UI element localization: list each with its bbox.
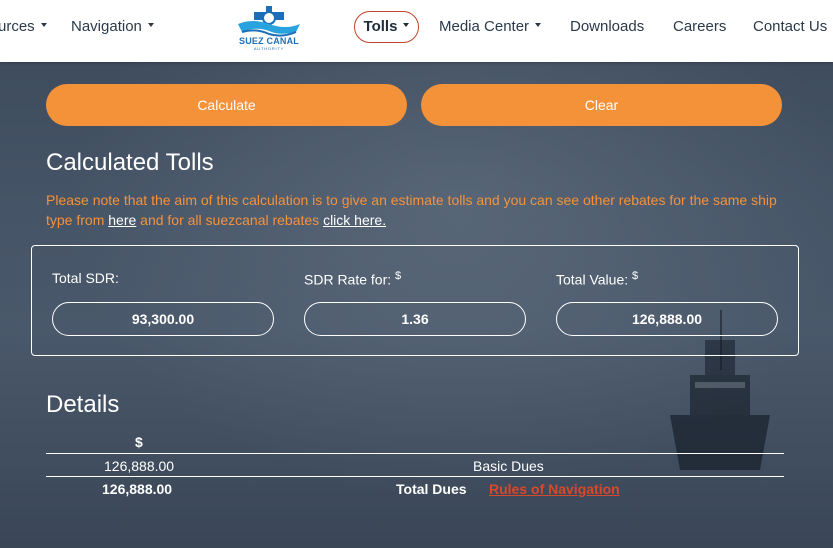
sdr-rate-label: SDR Rate for: $ <box>304 270 401 288</box>
nav-navigation-label: Navigation <box>71 18 142 35</box>
nav-downloads[interactable]: Downloads <box>570 17 644 37</box>
total-value-currency: $ <box>632 270 639 282</box>
table-divider <box>46 476 784 477</box>
basic-dues-label: Basic Dues <box>473 458 544 474</box>
nav-tolls[interactable]: Tolls <box>354 11 419 43</box>
total-value-label-text: Total Value: <box>556 271 633 288</box>
logo-name: SUEZ CANAL <box>239 36 299 46</box>
logo-subtitle: AUTHORITY <box>253 46 285 51</box>
chevron-down-icon <box>147 23 154 28</box>
sdr-rate-label-text: SDR Rate for: <box>304 271 396 288</box>
calculated-tolls-heading: Calculated Tolls <box>46 149 214 176</box>
sdr-rate-currency: $ <box>395 270 402 282</box>
total-dues-label: Total Dues <box>396 481 467 497</box>
total-value-label: Total Value: $ <box>556 270 638 288</box>
rebates-here-link[interactable]: here <box>108 212 136 228</box>
sdr-rate-field[interactable]: 1.36 <box>304 302 526 336</box>
nav-resources-label: urces <box>0 18 35 35</box>
chevron-down-icon <box>40 23 47 28</box>
site-header: urces Navigation SUEZ CANAL AUTHORITY To… <box>0 0 833 62</box>
nav-careers[interactable]: Careers <box>673 17 726 37</box>
basic-dues-amount: 126,888.00 <box>104 458 175 474</box>
clear-button[interactable]: Clear <box>421 84 782 126</box>
chevron-down-icon <box>535 23 542 28</box>
results-panel: Total SDR: 93,300.00 SDR Rate for: $ 1.3… <box>31 245 799 356</box>
nav-media-center[interactable]: Media Center <box>439 17 542 37</box>
all-rebates-link[interactable]: click here. <box>323 212 386 228</box>
suez-canal-logo[interactable]: SUEZ CANAL AUTHORITY <box>232 4 306 56</box>
nav-media-center-label: Media Center <box>439 18 530 35</box>
note-text-2: and for all suezcanal rebates <box>136 212 324 228</box>
rebates-note: Please note that the aim of this calcula… <box>46 190 796 230</box>
logo-emblem-icon <box>238 6 300 37</box>
details-heading: Details <box>46 391 120 418</box>
total-sdr-field[interactable]: 93,300.00 <box>52 302 274 336</box>
total-dues-amount: 126,888.00 <box>102 481 173 497</box>
total-sdr-label: Total SDR: <box>52 270 119 286</box>
chevron-down-icon <box>403 23 410 28</box>
nav-contact-us[interactable]: Contact Us <box>753 17 827 37</box>
nav-tolls-label: Tolls <box>363 18 398 35</box>
calculate-button[interactable]: Calculate <box>46 84 407 126</box>
rules-of-navigation-link[interactable]: Rules of Navigation <box>489 481 620 497</box>
nav-resources[interactable]: urces <box>0 17 47 37</box>
nav-navigation[interactable]: Navigation <box>71 17 154 37</box>
details-currency-header: $ <box>135 434 143 450</box>
total-value-field[interactable]: 126,888.00 <box>556 302 778 336</box>
table-divider <box>46 453 784 454</box>
rules-of-navigation-text: Rules of Navigation <box>489 481 620 497</box>
